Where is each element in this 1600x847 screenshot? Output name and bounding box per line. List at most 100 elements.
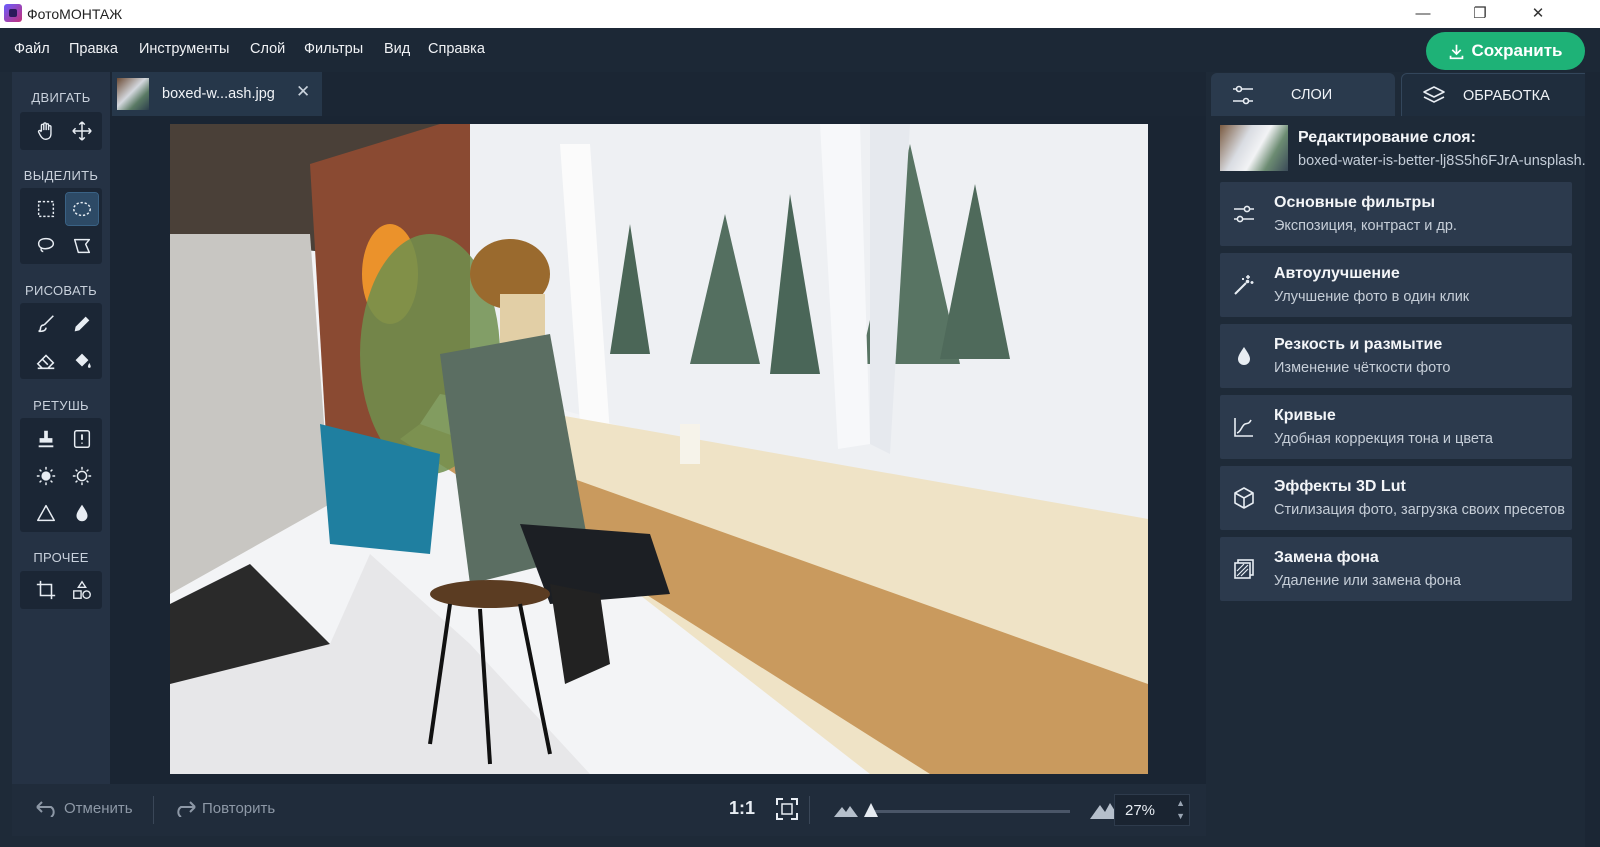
layers-sliders-icon [1233,85,1253,105]
photo-canvas[interactable] [170,124,1148,774]
eraser-icon [36,354,55,370]
fill-tool[interactable] [66,345,98,377]
redo-label: Повторить [202,799,276,817]
zoom-slider-thumb[interactable] [864,803,878,817]
minimize-button[interactable]: — [1400,3,1446,25]
tool-card-subtitle: Удобная коррекция тона и цвета [1274,431,1493,447]
sun-outline-icon [72,466,92,486]
tab-processing-label: ОБРАБОТКА [1463,88,1550,104]
sun-filled-icon [36,466,56,486]
fit-to-screen-icon[interactable] [775,797,799,821]
cube-icon [1234,487,1254,509]
app-logo-icon [4,4,22,22]
tool-card-subtitle: Изменение чёткости фото [1274,360,1451,376]
zoom-input[interactable]: 27% ▲ ▼ [1114,794,1190,826]
tool-card-auto-enhance[interactable]: Автоулучшение Улучшение фото в один клик [1220,253,1572,317]
tool-card-subtitle: Стилизация фото, загрузка своих пресетов [1274,502,1565,518]
sliders-icon [1234,205,1254,223]
menu-bar: Файл Правка Инструменты Слой Фильтры Вид… [0,28,1600,72]
tool-card-3d-lut[interactable]: Эффекты 3D Lut Стилизация фото, загрузка… [1220,466,1572,530]
tool-card-title: Кривые [1274,407,1336,424]
document-thumbnail [117,78,149,110]
patch-icon [73,430,91,448]
zoom-increase-icon[interactable]: ▲ [1176,798,1185,808]
zoom-value: 27% [1125,802,1156,819]
panel-scrollbar[interactable] [1585,72,1600,847]
magic-wand-icon [1234,275,1254,295]
tool-card-subtitle: Экспозиция, контраст и др. [1274,218,1457,234]
paint-bucket-icon [75,353,91,368]
menu-filters[interactable]: Фильтры [304,41,363,57]
menu-view[interactable]: Вид [384,41,410,57]
shapes-icon [73,580,91,599]
crop-icon [36,580,56,600]
redo-icon [177,801,196,817]
dodge-tool[interactable] [30,460,62,492]
healing-tool[interactable] [66,423,98,455]
zoom-slider[interactable] [868,810,1070,813]
brush-icon [38,315,54,333]
menu-file[interactable]: Файл [14,41,50,57]
menu-help[interactable]: Справка [428,41,485,57]
ellipse-select-tool[interactable] [65,192,99,226]
pencil-tool[interactable] [66,308,98,340]
stamp-icon [38,430,54,448]
maximize-button[interactable]: ❐ [1457,3,1503,25]
menu-tools[interactable]: Инструменты [139,41,229,57]
close-tab-icon[interactable]: ✕ [296,82,310,102]
app-title: ФотоМОНТАЖ [27,6,123,22]
eraser-tool[interactable] [30,345,62,377]
sharpen-tool[interactable] [30,497,62,529]
hand-tool[interactable] [30,115,62,147]
tool-card-title: Автоулучшение [1274,265,1400,282]
tool-card-title: Основные фильтры [1274,194,1435,211]
photo-illustration [170,124,1148,774]
brush-tool[interactable] [30,308,62,340]
select-tools [20,188,102,264]
actual-size-button[interactable]: 1:1 [729,798,755,819]
tool-card-background-replace[interactable]: Замена фона Удаление или замена фона [1220,537,1572,601]
tool-card-curves[interactable]: Кривые Удобная коррекция тона и цвета [1220,395,1572,459]
zoom-out-icon[interactable] [834,803,858,817]
tab-layers[interactable]: СЛОИ [1211,73,1395,116]
tab-processing[interactable]: ОБРАБОТКА [1401,73,1590,116]
save-button[interactable]: Сохранить [1426,32,1585,70]
rect-select-tool[interactable] [30,193,62,225]
section-other-label: ПРОЧЕЕ [33,550,89,565]
tool-card-subtitle: Удаление или замена фона [1274,573,1461,589]
menu-edit[interactable]: Правка [69,41,118,57]
blur-tool[interactable] [66,497,98,529]
ellipse-marquee-icon [73,201,91,217]
move-tools [20,112,102,150]
crop-tool[interactable] [30,574,62,606]
tool-card-basic-filters[interactable]: Основные фильтры Экспозиция, контраст и … [1220,182,1572,246]
separator [153,796,154,824]
rect-marquee-icon [37,200,55,218]
undo-button[interactable]: Отменить [34,799,133,817]
drop-icon [76,504,88,522]
document-tab[interactable]: boxed-w...ash.jpg ✕ [112,72,322,116]
tool-card-title: Эффекты 3D Lut [1274,478,1406,495]
polygon-lasso-tool[interactable] [66,230,98,262]
zoom-decrease-icon[interactable]: ▼ [1176,811,1185,821]
stamp-tool[interactable] [30,423,62,455]
section-draw-label: РИСОВАТЬ [25,283,97,298]
redo-button[interactable]: Повторить [172,799,275,817]
polygon-lasso-icon [73,238,91,254]
close-window-button[interactable]: ✕ [1515,3,1561,25]
shapes-tool[interactable] [66,574,98,606]
hand-icon [37,122,52,140]
move-arrows-icon [72,121,92,141]
canvas-area[interactable] [110,116,1206,784]
tool-card-title: Резкость и размытие [1274,336,1443,353]
lasso-icon [37,237,55,253]
separator [809,796,810,824]
title-bar: ФотоМОНТАЖ — ❐ ✕ [0,0,1600,28]
tool-card-sharpness[interactable]: Резкость и размытие Изменение чёткости ф… [1220,324,1572,388]
move-tool[interactable] [66,115,98,147]
burn-tool[interactable] [66,460,98,492]
lasso-tool[interactable] [30,230,62,262]
drop-icon [1238,347,1250,365]
triangle-icon [37,504,55,522]
menu-layer[interactable]: Слой [250,41,285,57]
